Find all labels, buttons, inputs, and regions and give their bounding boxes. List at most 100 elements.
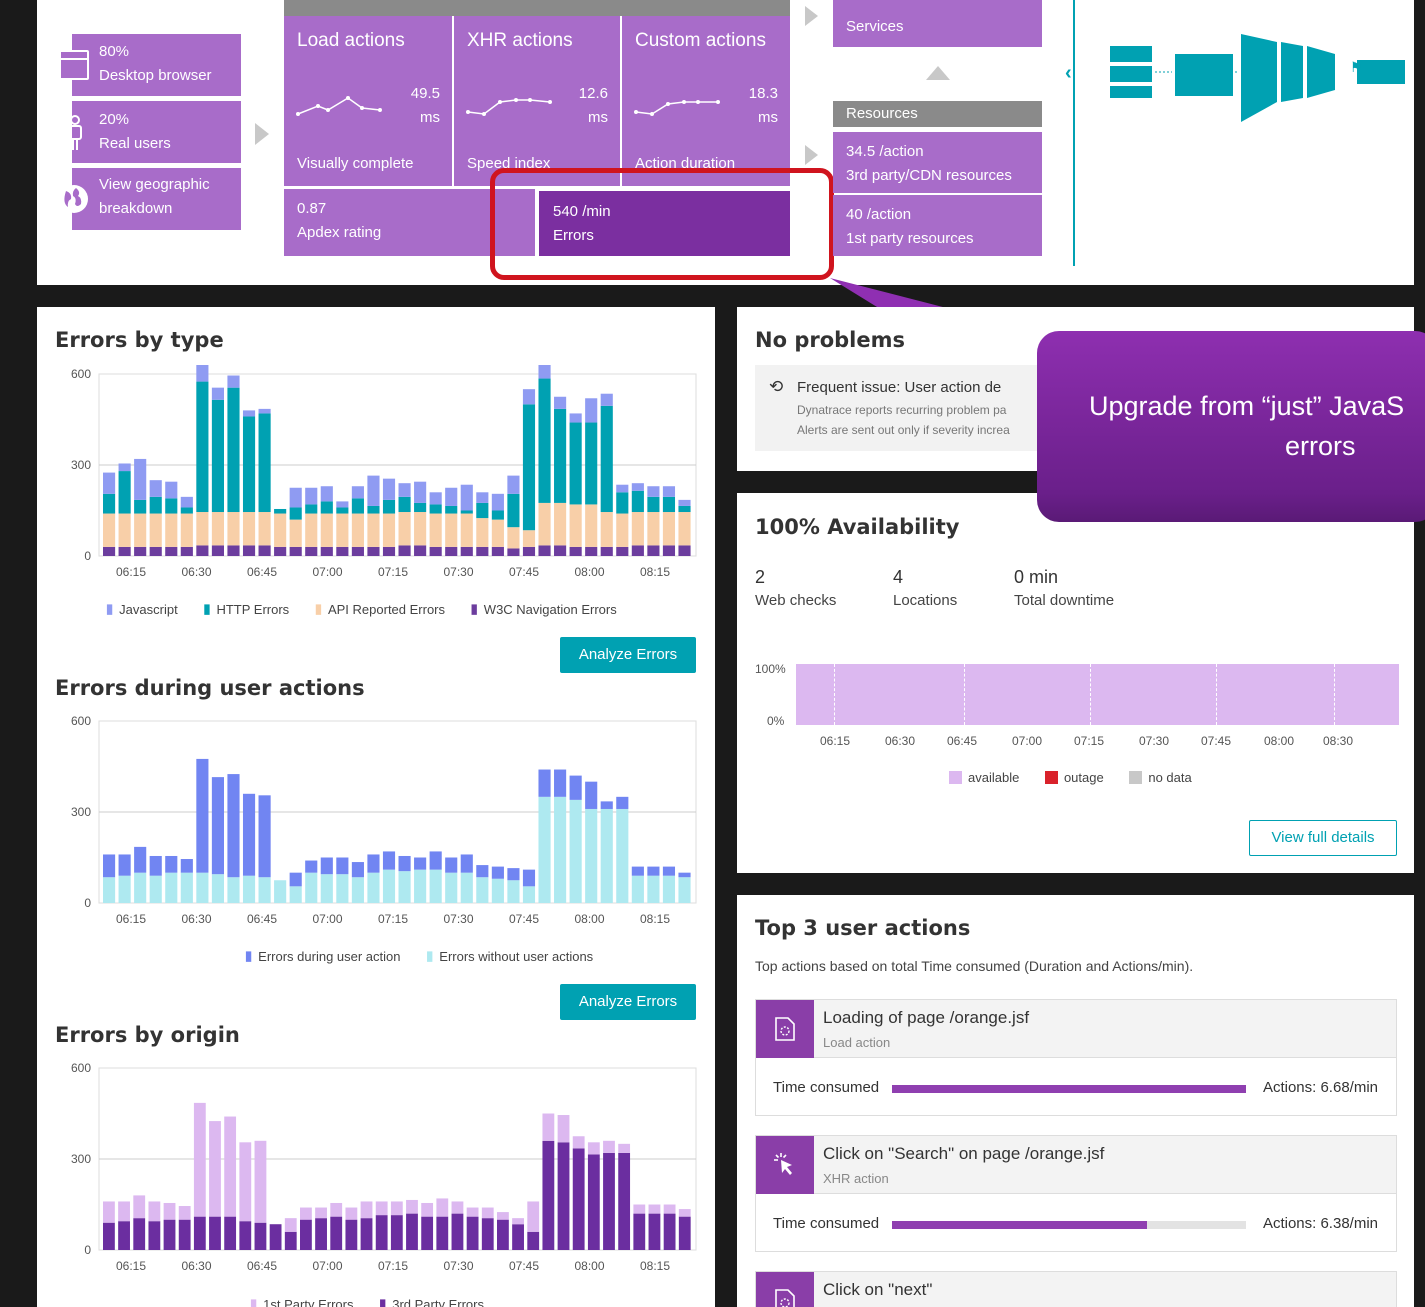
bar-segment[interactable]	[647, 512, 660, 546]
bar-segment[interactable]	[414, 512, 427, 546]
bar-segment[interactable]	[460, 872, 473, 903]
bar-segment[interactable]	[436, 1216, 449, 1250]
bar-segment[interactable]	[196, 758, 209, 873]
bar-segment[interactable]	[320, 486, 333, 502]
bar-segment[interactable]	[149, 496, 162, 514]
legend-1st-party-errors[interactable]: ▮ 1st Party Errors	[250, 1296, 353, 1307]
bar-segment[interactable]	[149, 855, 162, 876]
bar-segment[interactable]	[421, 1216, 434, 1250]
bar-segment[interactable]	[118, 875, 131, 903]
bar-segment[interactable]	[633, 1213, 646, 1250]
bar-segment[interactable]	[227, 877, 240, 903]
bar-segment[interactable]	[414, 869, 427, 903]
legend-no-data[interactable]: no data	[1129, 770, 1192, 785]
bar-segment[interactable]	[351, 862, 364, 878]
bar-segment[interactable]	[258, 408, 271, 414]
legend-errors-during-user-action[interactable]: ▮ Errors during user action	[245, 948, 401, 964]
bar-segment[interactable]	[633, 1204, 646, 1214]
bar-segment[interactable]	[522, 546, 536, 556]
bar-segment[interactable]	[382, 546, 396, 556]
resource-3rd-party-tile[interactable]: 34.5 /action 3rd party/CDN resources	[833, 132, 1042, 193]
bar-segment[interactable]	[336, 874, 349, 903]
bar-segment[interactable]	[382, 499, 396, 514]
bar-segment[interactable]	[445, 513, 458, 547]
bar-segment[interactable]	[587, 1142, 600, 1155]
bar-segment[interactable]	[414, 481, 427, 503]
bar-segment[interactable]	[134, 546, 147, 556]
bar-segment[interactable]	[616, 808, 629, 903]
bar-segment[interactable]	[274, 513, 287, 547]
bar-segment[interactable]	[103, 1201, 115, 1223]
legend-errors-without-user-actions[interactable]: ▮ Errors without user actions	[426, 948, 593, 964]
bar-segment[interactable]	[451, 1201, 464, 1214]
bar-segment[interactable]	[460, 484, 473, 511]
bar-segment[interactable]	[118, 463, 131, 472]
bar-segment[interactable]	[600, 801, 613, 809]
bar-segment[interactable]	[414, 857, 427, 870]
bar-segment[interactable]	[149, 513, 162, 547]
bar-segment[interactable]	[103, 546, 116, 556]
bar-segment[interactable]	[193, 1102, 206, 1217]
bar-segment[interactable]	[382, 851, 396, 870]
bar-segment[interactable]	[398, 545, 411, 556]
bar-segment[interactable]	[300, 1219, 312, 1250]
bar-segment[interactable]	[133, 1195, 146, 1219]
bar-segment[interactable]	[336, 507, 349, 514]
user-action-card[interactable]: Click on "next"	[755, 1271, 1397, 1307]
bar-segment[interactable]	[165, 513, 178, 547]
bar-segment[interactable]	[134, 872, 147, 903]
bar-segment[interactable]	[445, 487, 458, 506]
bar-segment[interactable]	[585, 546, 598, 556]
bar-segment[interactable]	[585, 781, 598, 809]
bar-segment[interactable]	[631, 490, 644, 513]
bar-segment[interactable]	[367, 872, 380, 903]
bar-segment[interactable]	[647, 486, 660, 497]
bar-segment[interactable]	[258, 413, 271, 513]
bar-segment[interactable]	[662, 545, 676, 556]
legend-http-errors[interactable]: ▮ HTTP Errors	[203, 601, 289, 617]
bar-segment[interactable]	[118, 1201, 130, 1222]
bar-segment[interactable]	[149, 875, 162, 903]
bar-segment[interactable]	[527, 1231, 540, 1250]
bar-segment[interactable]	[320, 513, 333, 547]
analyze-errors-button[interactable]: Analyze Errors	[560, 637, 696, 673]
bar-segment[interactable]	[491, 519, 504, 547]
bar-segment[interactable]	[662, 512, 676, 546]
bar-segment[interactable]	[554, 545, 567, 556]
bar-segment[interactable]	[414, 502, 427, 513]
bar-segment[interactable]	[491, 546, 504, 556]
bar-segment[interactable]	[180, 859, 193, 873]
bar-segment[interactable]	[360, 1201, 373, 1219]
bar-segment[interactable]	[305, 513, 318, 547]
load-actions-tile[interactable]: Load actions 49.5 ms Visually complete	[284, 16, 452, 186]
bar-segment[interactable]	[663, 1213, 676, 1250]
bar-segment[interactable]	[165, 498, 178, 514]
bar-segment[interactable]	[367, 475, 380, 506]
bar-segment[interactable]	[569, 504, 582, 547]
bar-segment[interactable]	[320, 501, 333, 514]
bar-segment[interactable]	[165, 481, 178, 499]
bar-segment[interactable]	[466, 1216, 479, 1250]
bar-segment[interactable]	[554, 408, 567, 503]
services-tile[interactable]: Services	[833, 0, 1042, 47]
legend-api-reported-errors[interactable]: ▮ API Reported Errors	[315, 601, 445, 617]
bar-segment[interactable]	[663, 1204, 676, 1214]
bar-segment[interactable]	[289, 519, 302, 547]
resource-1st-party-tile[interactable]: 40 /action 1st party resources	[833, 195, 1042, 256]
bar-segment[interactable]	[330, 1202, 343, 1217]
bar-segment[interactable]	[242, 545, 256, 556]
bar-segment[interactable]	[512, 1218, 524, 1225]
bar-segment[interactable]	[569, 546, 582, 556]
bar-segment[interactable]	[165, 872, 178, 903]
bar-segment[interactable]	[242, 512, 256, 546]
bar-segment[interactable]	[163, 1219, 176, 1250]
bar-segment[interactable]	[242, 875, 256, 903]
bar-segment[interactable]	[603, 1152, 615, 1250]
bar-segment[interactable]	[351, 546, 364, 556]
bar-segment[interactable]	[557, 1115, 570, 1143]
bar-segment[interactable]	[227, 387, 240, 513]
legend-javascript[interactable]: ▮ Javascript	[106, 601, 178, 617]
bar-segment[interactable]	[345, 1219, 358, 1250]
bar-segment[interactable]	[662, 486, 676, 497]
bar-segment[interactable]	[103, 854, 116, 878]
